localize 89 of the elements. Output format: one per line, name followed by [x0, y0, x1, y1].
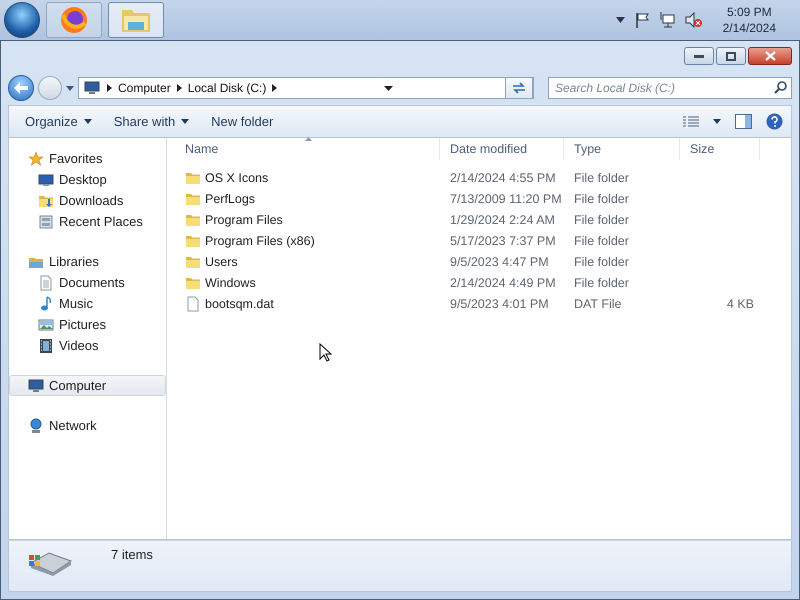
- file-name[interactable]: Users: [205, 254, 238, 268]
- sidebar-item[interactable]: Recent Places: [9, 211, 166, 232]
- maximize-button[interactable]: [716, 47, 746, 65]
- recent-icon: [38, 214, 54, 230]
- date-modified: 2/14/2024 4:55 PM: [449, 170, 557, 184]
- caret-icon[interactable]: [66, 86, 74, 90]
- date-modified: 1/29/2024 2:24 AM: [449, 212, 556, 226]
- minimize-button[interactable]: [684, 47, 714, 65]
- network-icon: [28, 418, 44, 434]
- date-modified: 9/5/2023 4:01 PM: [449, 296, 550, 310]
- preview-pane-icon[interactable]: [735, 114, 752, 129]
- file-name[interactable]: OS X Icons: [205, 170, 268, 184]
- chevron-icon[interactable]: [107, 84, 112, 92]
- file-icon: [185, 296, 201, 312]
- file-name[interactable]: Program Files (x86): [205, 234, 315, 248]
- item-count: 7 items: [111, 547, 153, 562]
- sidebar-item[interactable]: Computer: [9, 375, 166, 396]
- sidebar-item[interactable]: Desktop: [9, 169, 166, 190]
- videos-icon: [38, 338, 54, 354]
- chevron-icon[interactable]: [272, 84, 278, 92]
- file-type: File folder: [573, 192, 630, 206]
- file-name[interactable]: Program Files: [205, 212, 283, 226]
- file-type: File folder: [573, 276, 630, 290]
- taskbar-button[interactable]: [108, 2, 164, 38]
- file-name[interactable]: bootsqm.dat: [205, 296, 274, 310]
- sidebar-item[interactable]: Documents: [9, 272, 166, 293]
- maximize-icon: [726, 52, 736, 60]
- toolbar-button[interactable]: New folder: [203, 110, 282, 133]
- help-icon[interactable]: [766, 113, 783, 130]
- minimize-icon: [694, 54, 704, 58]
- file-type: DAT File: [573, 296, 622, 310]
- documents-icon: [38, 274, 54, 290]
- desktop-icon: [38, 172, 54, 188]
- column-header[interactable]: Type: [564, 138, 680, 160]
- date-modified: 5/17/2023 7:37 PM: [449, 234, 557, 248]
- dropdown-icon[interactable]: [384, 86, 393, 90]
- speaker-muted-icon[interactable]: [684, 12, 703, 28]
- toolbar-button[interactable]: Organize: [17, 110, 100, 133]
- clock-time: 5:09 PM: [726, 4, 772, 20]
- pictures-icon: [38, 316, 54, 332]
- date-modified: 7/13/2009 11:20 PM: [449, 192, 563, 206]
- computer-icon: [28, 378, 44, 394]
- date-modified: 2/14/2024 4:49 PM: [449, 276, 557, 290]
- search-field[interactable]: Search Local Disk (C:): [548, 77, 792, 99]
- file-type: File folder: [573, 170, 630, 184]
- address-bar[interactable]: Computer Local Disk (C:): [78, 77, 534, 99]
- sort-arrow-icon: [305, 137, 312, 141]
- sidebar-item[interactable]: Favorites: [9, 148, 166, 169]
- close-button[interactable]: [748, 47, 792, 65]
- flag-icon[interactable]: [634, 12, 649, 28]
- sidebar-item[interactable]: Music: [9, 293, 166, 314]
- sidebar-item[interactable]: Libraries: [9, 251, 166, 272]
- chevron-icon[interactable]: [176, 84, 182, 92]
- date-modified: 9/5/2023 4:47 PM: [449, 254, 550, 268]
- search-icon[interactable]: [774, 81, 787, 94]
- taskbar-button[interactable]: [46, 2, 102, 38]
- file-name[interactable]: PerfLogs: [205, 192, 256, 206]
- caret-icon: [181, 119, 190, 124]
- back-arrow-icon: [14, 82, 28, 94]
- view-list-icon[interactable]: [683, 116, 699, 128]
- close-icon: [764, 51, 776, 61]
- file-name[interactable]: Windows: [205, 276, 256, 290]
- column-header[interactable]: Size: [680, 138, 760, 160]
- refresh-button[interactable]: [505, 77, 533, 99]
- back-button[interactable]: [8, 75, 34, 101]
- clock-date: 2/14/2024: [722, 20, 776, 36]
- favorites-icon: [28, 150, 44, 166]
- browser-icon: [59, 5, 89, 35]
- refresh-icon: [511, 81, 527, 95]
- network-icon[interactable]: [658, 12, 675, 28]
- caret-icon[interactable]: [713, 119, 721, 124]
- start-button[interactable]: [4, 2, 40, 38]
- sidebar-item[interactable]: Videos: [9, 335, 166, 356]
- column-header[interactable]: Date modified: [440, 138, 564, 160]
- sidebar-item[interactable]: Downloads: [9, 190, 166, 211]
- caret-icon: [84, 119, 92, 124]
- caret-icon[interactable]: [616, 17, 625, 23]
- computer-icon: [83, 80, 101, 96]
- breadcrumb[interactable]: Local Disk (C:): [188, 81, 266, 95]
- music-icon: [38, 296, 54, 312]
- file-type: File folder: [573, 212, 630, 226]
- file-type: File folder: [573, 254, 630, 268]
- toolbar-button[interactable]: Share with: [106, 110, 198, 133]
- breadcrumb[interactable]: Computer: [118, 81, 171, 95]
- sidebar-item[interactable]: Network: [9, 415, 166, 436]
- file-size: 4 KB: [726, 296, 755, 310]
- sidebar-item[interactable]: Pictures: [9, 314, 166, 335]
- mouse-cursor-icon: [319, 343, 332, 362]
- file-type: File folder: [573, 234, 630, 248]
